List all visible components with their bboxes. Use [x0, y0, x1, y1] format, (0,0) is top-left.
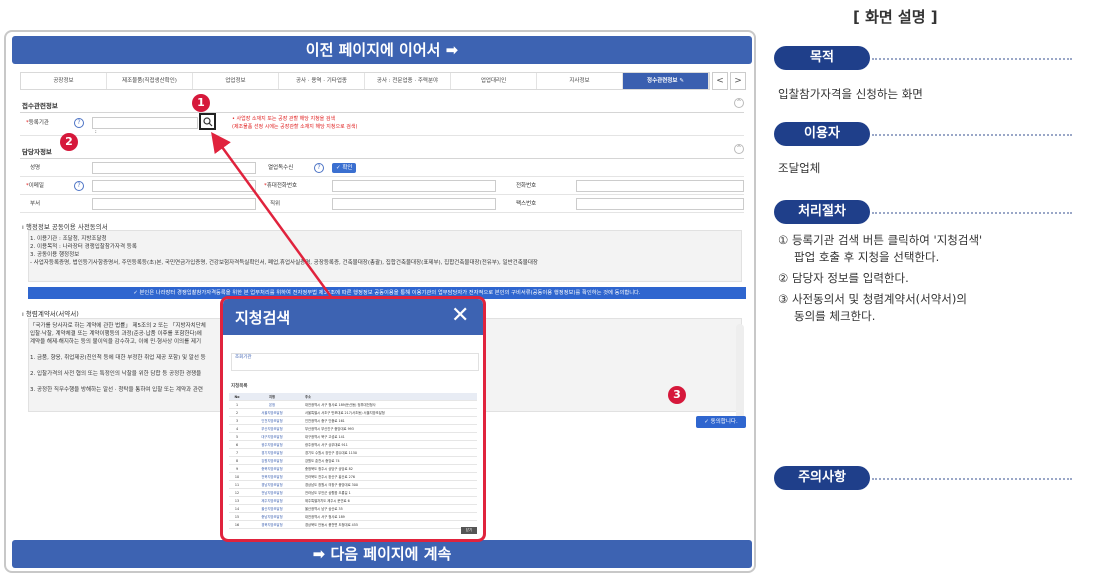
row-number: 6: [235, 443, 239, 447]
branch-name[interactable]: 부산지방조달청: [245, 425, 299, 432]
user-pill: 이용자: [774, 122, 870, 146]
branch-name[interactable]: 광주지방조달청: [245, 441, 299, 448]
search-icon: [203, 117, 213, 127]
process-steps: ① 등록기관 검색 버튼 클릭하여 '지청검색' 팝업 호출 후 지청을 선택한…: [778, 232, 982, 329]
branch-address: 제주특별자치도 제주시 문연로 6: [305, 499, 350, 503]
popup-header: 지청검색 ✕: [223, 299, 483, 335]
close-icon[interactable]: ✕: [451, 303, 469, 328]
row-number: 16: [234, 523, 240, 527]
row-number: 2: [235, 411, 239, 415]
agency-search-button[interactable]: [199, 113, 216, 130]
branch-name[interactable]: 서울지방조달청: [245, 409, 299, 416]
dotted-divider: [872, 134, 1072, 136]
popup-list-label: 지청목록: [231, 384, 248, 389]
row-number: 15: [234, 515, 240, 519]
marker-3: 3: [668, 386, 686, 404]
dotted-divider: [872, 478, 1072, 480]
branch-name[interactable]: 전남지방조달청: [245, 489, 299, 496]
branch-name[interactable]: 대구지방조달청: [245, 433, 299, 440]
table-row[interactable]: 5 대구지방조달청 대구광역시 북구 고성로 141: [229, 433, 477, 441]
table-row[interactable]: 12 전남지방조달청 전라남도 무안군 삼향읍 오룡길 1: [229, 489, 477, 497]
marker-1: 1: [192, 94, 210, 112]
step-1: ① 등록기관 검색 버튼 클릭하여 '지청검색' 팝업 호출 후 지청을 선택한…: [778, 233, 983, 264]
branch-address: 대전광역시 서구 청사로 189: [305, 515, 345, 519]
branch-address: 인천광역시 중구 인중로 161: [305, 419, 345, 423]
row-number: 12: [234, 491, 240, 495]
branch-address: 전라남도 무안군 삼향읍 오룡길 1: [305, 491, 351, 495]
branch-address: 울산광역시 남구 삼산로 35: [305, 507, 343, 511]
table-row[interactable]: 6 광주지방조달청 광주광역시 서구 상무대로 911: [229, 441, 477, 449]
table-header: No 지청 주소: [229, 393, 477, 401]
row-number: 11: [234, 483, 240, 487]
process-pill: 처리절차: [774, 200, 870, 224]
row-number: 14: [234, 507, 240, 511]
row-number: 10: [234, 475, 240, 479]
row-number: 13: [234, 499, 240, 503]
branch-address: 경기도 수원시 장안구 경수대로 1150: [305, 451, 358, 455]
user-text: 조달업체: [778, 161, 821, 175]
dotted-divider: [872, 58, 1072, 60]
branch-address: 광주광역시 서구 상무대로 911: [305, 443, 348, 447]
branch-name[interactable]: 제주지방조달청: [245, 497, 299, 504]
branch-address: 충청북도 청주시 상당구 상당로 82: [305, 467, 353, 471]
branch-name[interactable]: 경기지방조달청: [245, 449, 299, 456]
branch-address: 전라북도 전주시 완산구 홍산로 276: [305, 475, 355, 479]
branch-search-popup: 지청검색 ✕ 조회기관 지청목록 No 지청 주소 1 본청 대전광역시 서구 청사…: [220, 296, 486, 542]
row-number: 3: [235, 419, 239, 423]
popup-close-button[interactable]: 닫기: [461, 527, 477, 534]
branch-address: 대구광역시 북구 고성로 141: [305, 435, 345, 439]
branch-address: 강원도 춘천시 중앙로 74: [305, 459, 340, 463]
table-row[interactable]: 8 강원지방조달청 강원도 춘천시 중앙로 74: [229, 457, 477, 465]
table-row[interactable]: 9 충북지방조달청 충청북도 청주시 상당구 상당로 82: [229, 465, 477, 473]
popup-search-area: 조회기관: [231, 353, 479, 371]
page: 이전 페이지에 이어서 ➡ 공장정보 제조물품(직접생산확인) 업업정보 공사 …: [0, 0, 1102, 580]
table-row[interactable]: 4 부산지방조달청 부산광역시 부산진구 중앙대로 993: [229, 425, 477, 433]
table-row[interactable]: 10 전북지방조달청 전라북도 전주시 완산구 홍산로 276: [229, 473, 477, 481]
branch-name[interactable]: 전북지방조달청: [245, 473, 299, 480]
table-row[interactable]: 15 충남지방조달청 대전광역시 서구 청사로 189: [229, 513, 477, 521]
row-number: 5: [235, 435, 239, 439]
branch-address: 서울특별시 서초구 반포대로 217(서초동) 서울지방조달청: [305, 411, 385, 415]
table-row[interactable]: 7 경기지방조달청 경기도 수원시 장안구 경수대로 1150: [229, 449, 477, 457]
branch-name[interactable]: 울산지방조달청: [245, 505, 299, 512]
marker-2: 2: [60, 133, 78, 151]
branch-name[interactable]: 충북지방조달청: [245, 465, 299, 472]
branch-name[interactable]: 강원지방조달청: [245, 457, 299, 464]
branch-name[interactable]: 인천지방조달청: [245, 417, 299, 424]
purpose-text: 입찰참가자격을 신청하는 화면: [778, 87, 923, 101]
branch-table: No 지청 주소 1 본청 대전광역시 서구 청사로 189(둔산동) 정부대전청사…: [229, 393, 477, 529]
row-number: 8: [235, 459, 239, 463]
table-row[interactable]: 13 제주지방조달청 제주특별자치도 제주시 문연로 6: [229, 497, 477, 505]
table-row[interactable]: 2 서울지방조달청 서울특별시 서초구 반포대로 217(서초동) 서울지방조달청: [229, 409, 477, 417]
branch-name[interactable]: 본청: [245, 401, 299, 408]
branch-address: 경상남도 창원시 의창구 중앙대로 300: [305, 483, 358, 487]
table-row[interactable]: 3 인천지방조달청 인천광역시 중구 인중로 161: [229, 417, 477, 425]
panel-title: [ 화면 설명 ]: [853, 8, 938, 26]
row-number: 7: [235, 451, 239, 455]
step-2: ② 담당자 정보를 입력한다.: [778, 271, 909, 285]
caution-pill: 주의사항: [774, 466, 870, 490]
table-row[interactable]: 14 울산지방조달청 울산광역시 남구 삼산로 35: [229, 505, 477, 513]
row-number: 4: [235, 427, 239, 431]
branch-address: 경상북도 안동시 풍천면 도청대로 455: [305, 523, 358, 527]
popup-title: 지청검색: [235, 309, 291, 327]
row-number: 9: [235, 467, 239, 471]
branch-name[interactable]: 경북지방조달청: [245, 521, 299, 528]
table-row[interactable]: 11 경남지방조달청 경상남도 창원시 의창구 중앙대로 300: [229, 481, 477, 489]
row-number: 1: [235, 403, 239, 407]
branch-address: 부산광역시 부산진구 중앙대로 993: [305, 427, 354, 431]
branch-name[interactable]: 경남지방조달청: [245, 481, 299, 488]
branch-address: 대전광역시 서구 청사로 189(둔산동) 정부대전청사: [305, 403, 376, 407]
dotted-divider: [872, 212, 1072, 214]
step-3: ③ 사전동의서 및 청렴계약서(서약서)의 동의를 체크한다.: [778, 292, 967, 323]
purpose-pill: 목적: [774, 46, 870, 70]
table-row[interactable]: 16 경북지방조달청 경상북도 안동시 풍천면 도청대로 455: [229, 521, 477, 529]
branch-name[interactable]: 충남지방조달청: [245, 513, 299, 520]
table-row[interactable]: 1 본청 대전광역시 서구 청사로 189(둔산동) 정부대전청사: [229, 401, 477, 409]
